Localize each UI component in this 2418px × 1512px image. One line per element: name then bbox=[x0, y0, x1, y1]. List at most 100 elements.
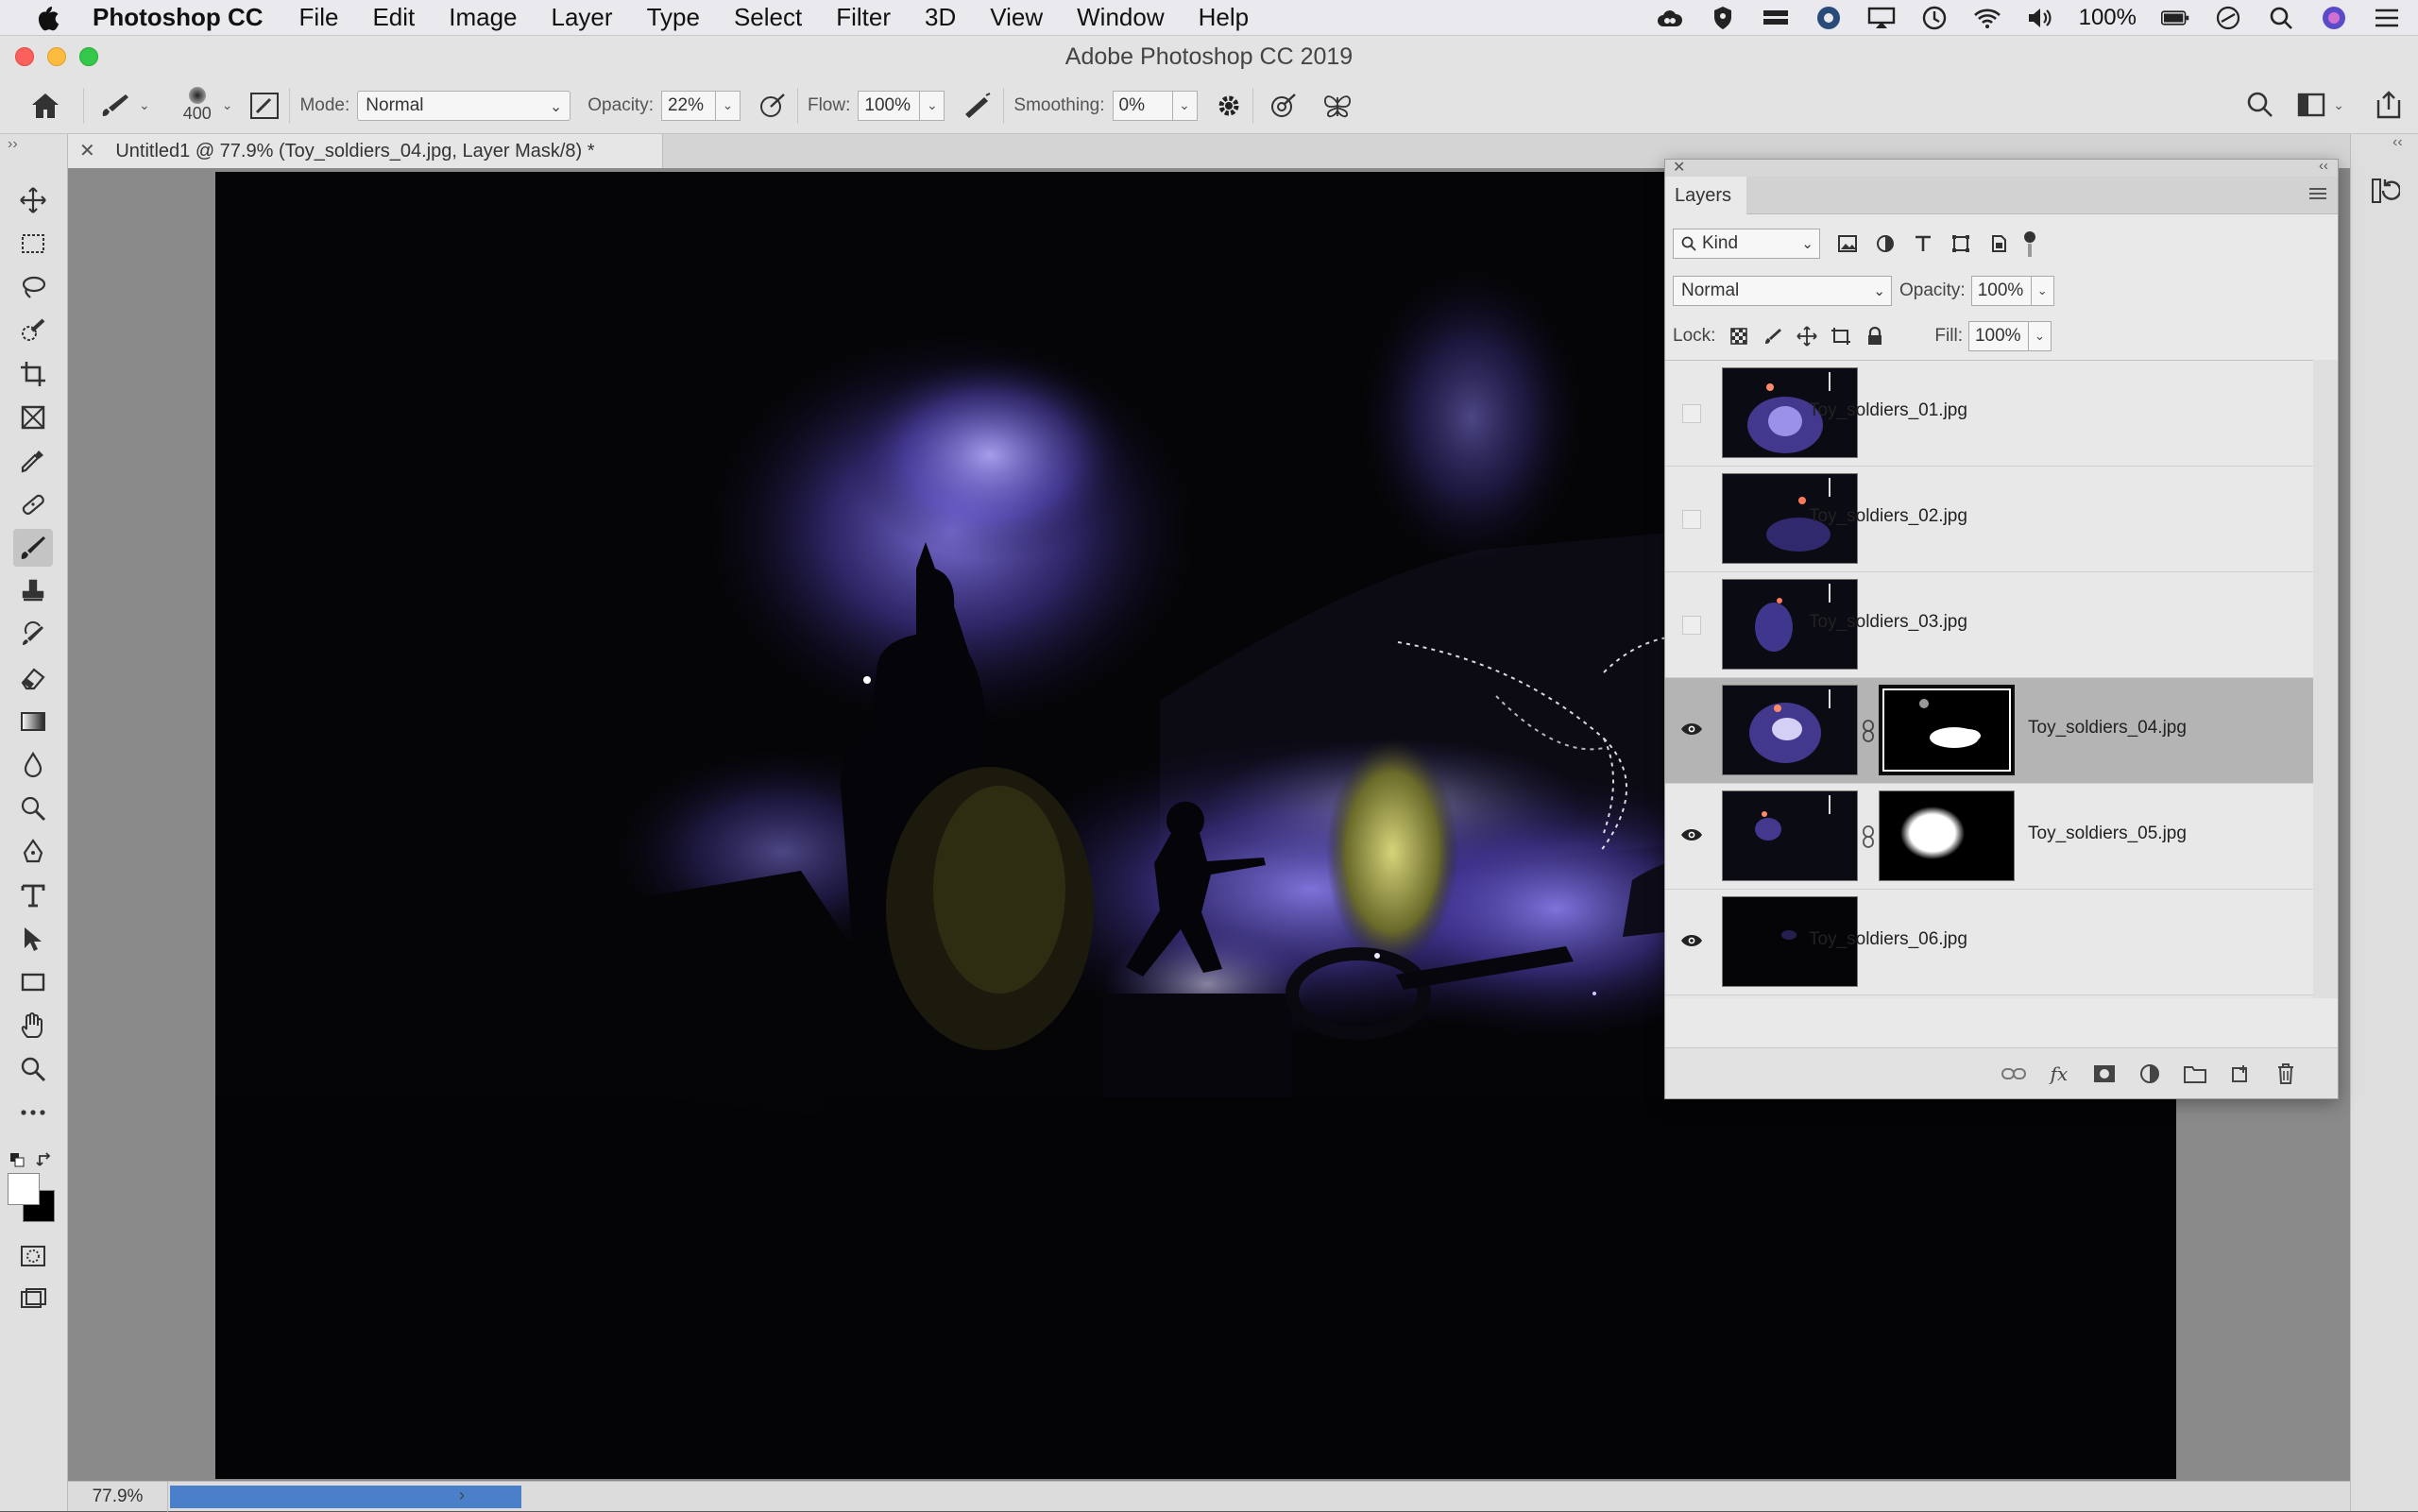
layer-thumbnail[interactable] bbox=[1722, 790, 1858, 881]
zoom-window-button[interactable] bbox=[79, 47, 98, 66]
tab-layers[interactable]: Layers bbox=[1665, 177, 1746, 214]
workspace-switcher-icon[interactable]: ⌄ bbox=[2297, 93, 2344, 117]
expand-panels-icon[interactable]: ‹‹ bbox=[2392, 134, 2403, 151]
layer-row[interactable]: Toy_soldiers_05.jpg bbox=[1665, 784, 2313, 890]
creative-cloud-icon[interactable] bbox=[1656, 4, 1684, 32]
layer-name[interactable]: Toy_soldiers_03.jpg bbox=[1809, 612, 1967, 633]
dodge-tool-icon[interactable] bbox=[13, 790, 53, 827]
new-layer-icon[interactable] bbox=[2226, 1060, 2255, 1088]
mask-link-chain-icon[interactable] bbox=[1858, 824, 1879, 850]
pen-tool-icon[interactable] bbox=[13, 833, 53, 871]
layer-name[interactable]: Toy_soldiers_05.jpg bbox=[2028, 824, 2187, 844]
menu-view[interactable]: View bbox=[990, 3, 1043, 32]
layer-row-selected[interactable]: Toy_soldiers_04.jpg bbox=[1665, 678, 2313, 784]
path-selection-tool-icon[interactable] bbox=[13, 920, 53, 958]
frame-tool-icon[interactable] bbox=[13, 399, 53, 436]
eye-icon[interactable] bbox=[1675, 924, 1709, 958]
shield-icon[interactable] bbox=[1709, 4, 1737, 32]
layers-panel-header[interactable]: ✕ ‹‹ bbox=[1665, 158, 2338, 177]
filter-smart-object-icon[interactable] bbox=[1984, 229, 2013, 258]
visibility-toggle-off[interactable] bbox=[1682, 616, 1701, 635]
airplay-icon[interactable] bbox=[1867, 4, 1896, 32]
more-tools-icon[interactable] bbox=[13, 1094, 53, 1131]
clone-stamp-tool-icon[interactable] bbox=[13, 572, 53, 610]
brush-settings-panel-icon[interactable] bbox=[249, 92, 280, 120]
mode-select[interactable]: Normal ⌄ bbox=[357, 90, 571, 121]
library-icon[interactable] bbox=[1762, 4, 1790, 32]
eye-icon[interactable] bbox=[1675, 712, 1709, 746]
layer-list-scrollbar[interactable] bbox=[2313, 360, 2338, 998]
lock-transparent-pixels-icon[interactable] bbox=[1725, 322, 1753, 350]
filter-adjustment-icon[interactable] bbox=[1871, 229, 1899, 258]
user-switch-icon[interactable] bbox=[2214, 4, 2242, 32]
layer-row[interactable]: Toy_soldiers_02.jpg bbox=[1665, 467, 2313, 572]
brush-size-preview[interactable]: 400 bbox=[179, 87, 216, 124]
blend-mode-select[interactable]: Normal ⌄ bbox=[1673, 276, 1892, 306]
siri-icon[interactable] bbox=[2320, 4, 2348, 32]
eye-icon[interactable] bbox=[1675, 818, 1709, 852]
close-window-button[interactable] bbox=[15, 47, 34, 66]
panel-menu-icon[interactable] bbox=[2307, 184, 2328, 203]
smoothing-options-gear-icon[interactable] bbox=[1215, 92, 1243, 120]
menu-window[interactable]: Window bbox=[1077, 3, 1164, 32]
layer-opacity-slider-toggle[interactable]: ⌄ bbox=[2031, 276, 2054, 306]
eraser-tool-icon[interactable] bbox=[13, 659, 53, 697]
opacity-slider-toggle[interactable]: ⌄ bbox=[715, 90, 741, 121]
home-icon[interactable] bbox=[17, 92, 74, 120]
crop-tool-icon[interactable] bbox=[13, 355, 53, 393]
visibility-toggle-off[interactable] bbox=[1682, 510, 1701, 529]
visibility-toggle-off[interactable] bbox=[1682, 404, 1701, 423]
menu-select[interactable]: Select bbox=[734, 3, 802, 32]
apple-icon[interactable] bbox=[34, 4, 60, 32]
foreground-color-swatch[interactable] bbox=[8, 1173, 40, 1205]
symmetry-butterfly-icon[interactable] bbox=[1321, 92, 1354, 120]
layer-row[interactable]: Toy_soldiers_06.jpg bbox=[1665, 890, 2313, 995]
quick-mask-icon[interactable] bbox=[13, 1237, 53, 1275]
layer-row[interactable]: Toy_soldiers_01.jpg bbox=[1665, 361, 2313, 467]
history-brush-tool-icon[interactable] bbox=[13, 616, 53, 654]
collapse-panel-icon[interactable]: ‹‹ bbox=[2319, 158, 2328, 174]
history-panel-icon[interactable] bbox=[2370, 176, 2400, 206]
lock-all-icon[interactable] bbox=[1861, 322, 1889, 350]
layer-name[interactable]: Toy_soldiers_01.jpg bbox=[1809, 400, 1967, 421]
move-tool-icon[interactable] bbox=[13, 181, 53, 219]
default-colors-icon[interactable] bbox=[9, 1152, 25, 1167]
zoom-tool-icon[interactable] bbox=[13, 1050, 53, 1088]
menu-layer[interactable]: Layer bbox=[552, 3, 613, 32]
opacity-input[interactable]: 22% bbox=[660, 90, 716, 121]
collapse-toolbar-icon[interactable]: ›› bbox=[8, 136, 18, 153]
new-adjustment-layer-icon[interactable] bbox=[2136, 1060, 2164, 1088]
battery-icon[interactable] bbox=[2161, 4, 2189, 32]
layer-style-fx-icon[interactable]: fx bbox=[2045, 1060, 2073, 1088]
flow-input[interactable]: 100% bbox=[858, 90, 921, 121]
cloud-sync-icon[interactable] bbox=[1814, 4, 1843, 32]
pressure-size-icon[interactable] bbox=[1269, 92, 1299, 120]
document-tab[interactable]: ✕ Untitled1 @ 77.9% (Toy_soldiers_04.jpg… bbox=[68, 134, 663, 168]
spotlight-search-icon[interactable] bbox=[2267, 4, 2295, 32]
minimize-window-button[interactable] bbox=[47, 47, 66, 66]
filter-type-icon[interactable] bbox=[1909, 229, 1937, 258]
time-machine-icon[interactable] bbox=[1920, 4, 1949, 32]
new-group-folder-icon[interactable] bbox=[2181, 1060, 2209, 1088]
eyedropper-tool-icon[interactable] bbox=[13, 442, 53, 480]
filter-toggle-switch[interactable] bbox=[2024, 230, 2035, 257]
layer-opacity-input[interactable]: 100% bbox=[1970, 276, 2032, 306]
layer-name[interactable]: Toy_soldiers_06.jpg bbox=[1809, 929, 1967, 950]
delete-layer-trash-icon[interactable] bbox=[2272, 1060, 2300, 1088]
filter-shape-icon[interactable] bbox=[1947, 229, 1975, 258]
mask-link-chain-icon[interactable] bbox=[1858, 718, 1879, 744]
rectangle-tool-icon[interactable] bbox=[13, 963, 53, 1001]
wifi-icon[interactable] bbox=[1973, 4, 2001, 32]
menu-image[interactable]: Image bbox=[449, 3, 517, 32]
smoothing-input[interactable]: 0% bbox=[1112, 90, 1173, 121]
brush-size-chevron-icon[interactable]: ⌄ bbox=[222, 97, 233, 113]
flow-slider-toggle[interactable]: ⌄ bbox=[920, 90, 945, 121]
lock-image-pixels-icon[interactable] bbox=[1759, 322, 1787, 350]
link-layers-icon[interactable] bbox=[2000, 1060, 2028, 1088]
fill-slider-toggle[interactable]: ⌄ bbox=[2028, 321, 2052, 351]
smoothing-slider-toggle[interactable]: ⌄ bbox=[1172, 90, 1198, 121]
menu-3d[interactable]: 3D bbox=[925, 3, 956, 32]
status-menu-chevron-icon[interactable]: › bbox=[459, 1486, 465, 1505]
layer-name[interactable]: Toy_soldiers_04.jpg bbox=[2028, 718, 2187, 739]
brush-tool-icon[interactable] bbox=[13, 529, 53, 567]
